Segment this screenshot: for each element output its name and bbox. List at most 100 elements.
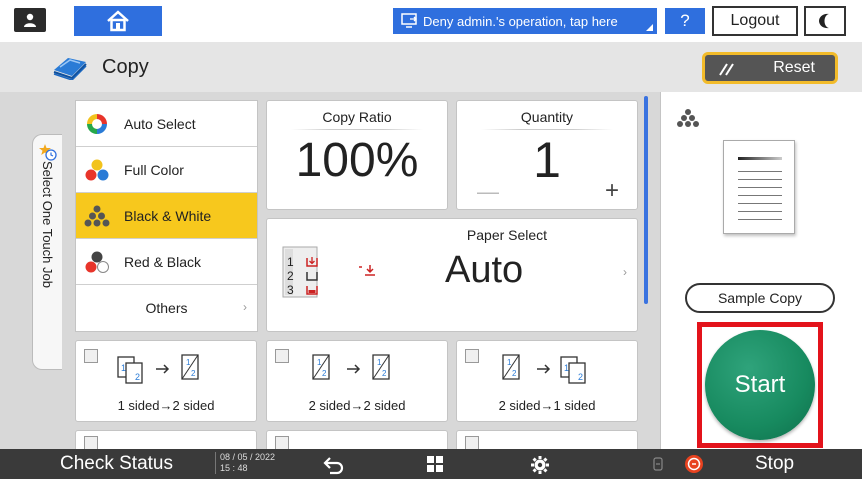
page-title: Copy: [102, 56, 149, 78]
color-full-color[interactable]: Full Color: [76, 147, 257, 193]
color-auto-select[interactable]: Auto Select: [76, 101, 257, 147]
svg-text:1: 1: [317, 358, 322, 367]
one-sided-to-two-sided-icon: 1 2 1 2: [117, 354, 199, 384]
logout-button[interactable]: Logout: [712, 6, 798, 36]
star-clock-icon: [39, 144, 57, 161]
preview-line: [738, 219, 782, 220]
copy-app-icon: [53, 58, 87, 80]
home-grid-icon[interactable]: [426, 455, 444, 473]
reset-button[interactable]: Reset: [702, 52, 838, 84]
tray-paper-icon: [305, 272, 318, 281]
svg-text:2: 2: [135, 372, 140, 382]
stop-button[interactable]: Stop: [755, 453, 794, 475]
tray-paper-icon: [305, 257, 318, 267]
bottom-bar: Check Status 08 / 05 / 2022 15 : 48 Stop: [0, 449, 862, 479]
stop-icon[interactable]: [684, 454, 704, 474]
gear-icon[interactable]: [530, 455, 550, 475]
color-item-label: Red & Black: [124, 253, 202, 270]
color-item-label: Auto Select: [124, 115, 196, 132]
full-color-icon: [85, 159, 109, 181]
back-icon[interactable]: [322, 455, 346, 475]
svg-text:1: 1: [377, 358, 382, 367]
select-one-touch-job-tab[interactable]: Select One Touch Job: [32, 134, 62, 370]
checkbox[interactable]: [84, 349, 98, 363]
scrollbar[interactable]: [644, 96, 648, 304]
expand-corner-icon: [646, 24, 653, 31]
night-mode-button[interactable]: [804, 6, 846, 36]
color-item-label: Black & White: [124, 207, 212, 224]
copy-ratio-tile[interactable]: Copy Ratio 100%: [266, 100, 448, 210]
auto-select-icon: [87, 114, 107, 134]
checkbox[interactable]: [465, 349, 479, 363]
paper-select-label: Paper Select: [466, 227, 548, 243]
divider: [291, 129, 423, 130]
tray-number: 2: [287, 269, 294, 283]
red-black-icon: [85, 251, 109, 273]
quantity-tile[interactable]: Quantity 1 — +: [456, 100, 638, 210]
checkbox[interactable]: [465, 436, 479, 450]
moon-icon: [819, 13, 829, 29]
tray-list: 1 2 3: [287, 251, 318, 297]
duplex-2-to-2[interactable]: 1 2 1 2 2 sided→2 sided: [266, 340, 448, 422]
top-bar: Deny admin.'s operation, tap here ? Logo…: [0, 0, 862, 42]
checkbox[interactable]: [275, 436, 289, 450]
color-mode-panel: Auto Select Full Color Black & White Red…: [75, 100, 258, 332]
reset-label: Reset: [773, 59, 815, 76]
sample-copy-button[interactable]: Sample Copy: [685, 283, 835, 313]
svg-text:1: 1: [121, 363, 126, 373]
notice-text: Deny admin.'s operation, tap here: [423, 13, 618, 29]
others-label: Others: [145, 300, 188, 316]
document-preview: [723, 140, 795, 234]
svg-text:2: 2: [512, 369, 517, 378]
preview-panel: Sample Copy Start: [660, 92, 862, 449]
deny-admin-notice[interactable]: Deny admin.'s operation, tap here: [393, 8, 657, 34]
user-icon: [24, 13, 36, 27]
black-white-icon: [84, 205, 110, 227]
date-time: 08 / 05 / 2022 15 : 48: [215, 452, 275, 474]
color-black-white[interactable]: Black & White: [76, 193, 257, 239]
duplex-2-to-1[interactable]: 1 2 1 2 2 sided→1 sided: [456, 340, 638, 422]
remote-operation-icon: [401, 13, 417, 28]
checkbox[interactable]: [275, 349, 289, 363]
home-icon: [107, 10, 129, 32]
two-sided-to-two-sided-icon: 1 2 1 2: [312, 354, 390, 380]
home-button[interactable]: [74, 6, 162, 36]
svg-text:2: 2: [382, 369, 387, 378]
main-area: Select One Touch Job Auto Select Full Co…: [0, 92, 862, 460]
preview-line: [738, 179, 782, 180]
help-button[interactable]: ?: [665, 8, 705, 34]
divider: [481, 129, 613, 130]
duplex-label: 1 sided→2 sided: [117, 398, 215, 413]
svg-text:1: 1: [186, 358, 191, 367]
time-text: 15 : 48: [220, 463, 248, 473]
app-header: Copy Reset: [0, 42, 862, 92]
duplex-1-to-2[interactable]: 1 2 1 2 1 sided→2 sided: [75, 340, 257, 422]
quantity-minus-button[interactable]: —: [477, 179, 499, 205]
preview-line: [738, 187, 782, 188]
paper-select-tile[interactable]: Paper Select 1 2 3 Auto ›: [266, 218, 638, 332]
checkbox[interactable]: [84, 436, 98, 450]
quantity-plus-button[interactable]: +: [605, 177, 619, 205]
start-button[interactable]: Start: [705, 330, 815, 440]
chevron-right-icon: ›: [623, 265, 627, 279]
reset-icon: [719, 63, 734, 76]
tray-number: 3: [287, 283, 294, 297]
user-button[interactable]: [14, 8, 46, 32]
date-text: 08 / 05 / 2022: [220, 452, 276, 462]
preview-line: [738, 171, 782, 172]
preview-line: [738, 211, 782, 212]
quantity-label: Quantity: [520, 109, 574, 125]
color-others-button[interactable]: Others ›: [76, 285, 257, 331]
check-status-button[interactable]: Check Status: [60, 453, 173, 475]
tray-number: 1: [287, 255, 294, 269]
svg-text:1: 1: [564, 363, 569, 373]
bypass-tray-icon: [359, 265, 375, 276]
preview-line: [738, 195, 782, 196]
duplex-label: 2 sided→1 sided: [498, 398, 596, 413]
svg-text:1: 1: [507, 358, 512, 367]
two-sided-to-one-sided-icon: 1 2 1 2: [502, 354, 586, 384]
color-item-label: Full Color: [124, 161, 184, 178]
svg-text:2: 2: [322, 369, 327, 378]
copy-ratio-label: Copy Ratio: [322, 109, 392, 125]
color-red-black[interactable]: Red & Black: [76, 239, 257, 285]
